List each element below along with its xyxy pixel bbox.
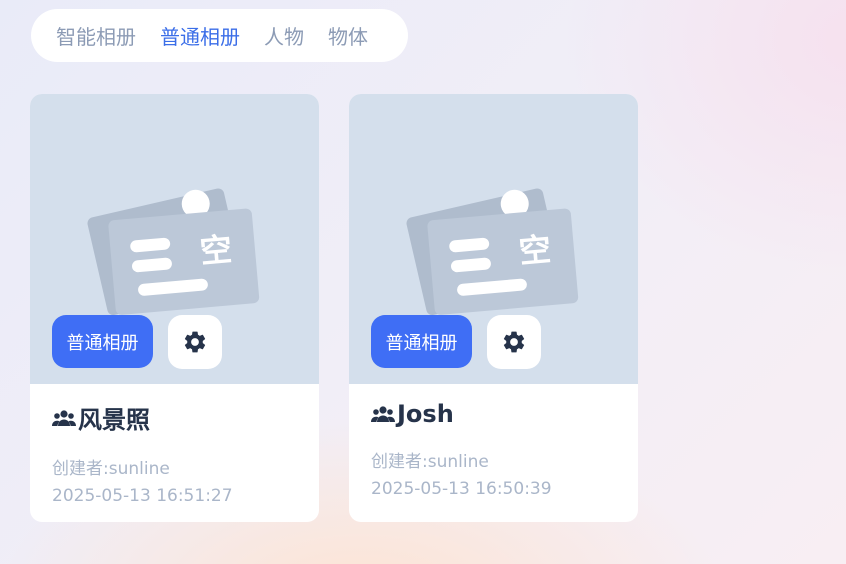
svg-text:空: 空 [517, 230, 552, 271]
album-info: 风景照 创建者:sunline 2025-05-13 16:51:27 [52, 400, 303, 506]
album-settings-button[interactable] [487, 315, 541, 369]
tab-normal-albums[interactable]: 普通相册 [160, 21, 240, 50]
album-created-date: 2025-05-13 16:50:39 [371, 479, 552, 499]
album-cover[interactable]: 空 普通相册 [349, 94, 638, 384]
album-card[interactable]: 空 普通相册 Josh 创建者:sunline 2025-05-13 16:50… [349, 94, 638, 522]
album-creator: 创建者:sunline [52, 459, 170, 479]
album-type-badge[interactable]: 普通相册 [371, 315, 472, 368]
tab-people[interactable]: 人物 [264, 21, 304, 50]
album-info: Josh 创建者:sunline 2025-05-13 16:50:39 [371, 400, 622, 499]
album-type-badge[interactable]: 普通相册 [52, 315, 153, 368]
album-creator: 创建者:sunline [371, 452, 489, 472]
gear-icon [184, 331, 206, 353]
people-icon [371, 406, 395, 422]
empty-album-illustration: 空 [87, 188, 260, 316]
tab-objects[interactable]: 物体 [328, 21, 368, 50]
album-card[interactable]: 空 普通相册 风景照 创建者:sunline 2025-05-13 16:51:… [30, 94, 319, 522]
svg-text:空: 空 [198, 230, 233, 271]
album-cover[interactable]: 空 普通相册 [30, 94, 319, 384]
tab-smart-albums[interactable]: 智能相册 [56, 21, 136, 50]
album-title: 风景照 [78, 406, 150, 434]
album-title: Josh [397, 400, 454, 428]
gear-icon [503, 331, 525, 353]
album-created-date: 2025-05-13 16:51:27 [52, 486, 233, 506]
people-icon [52, 409, 76, 426]
album-tab-bar: 智能相册 普通相册 人物 物体 [31, 9, 408, 62]
empty-album-illustration: 空 [406, 188, 579, 316]
album-settings-button[interactable] [168, 315, 222, 369]
